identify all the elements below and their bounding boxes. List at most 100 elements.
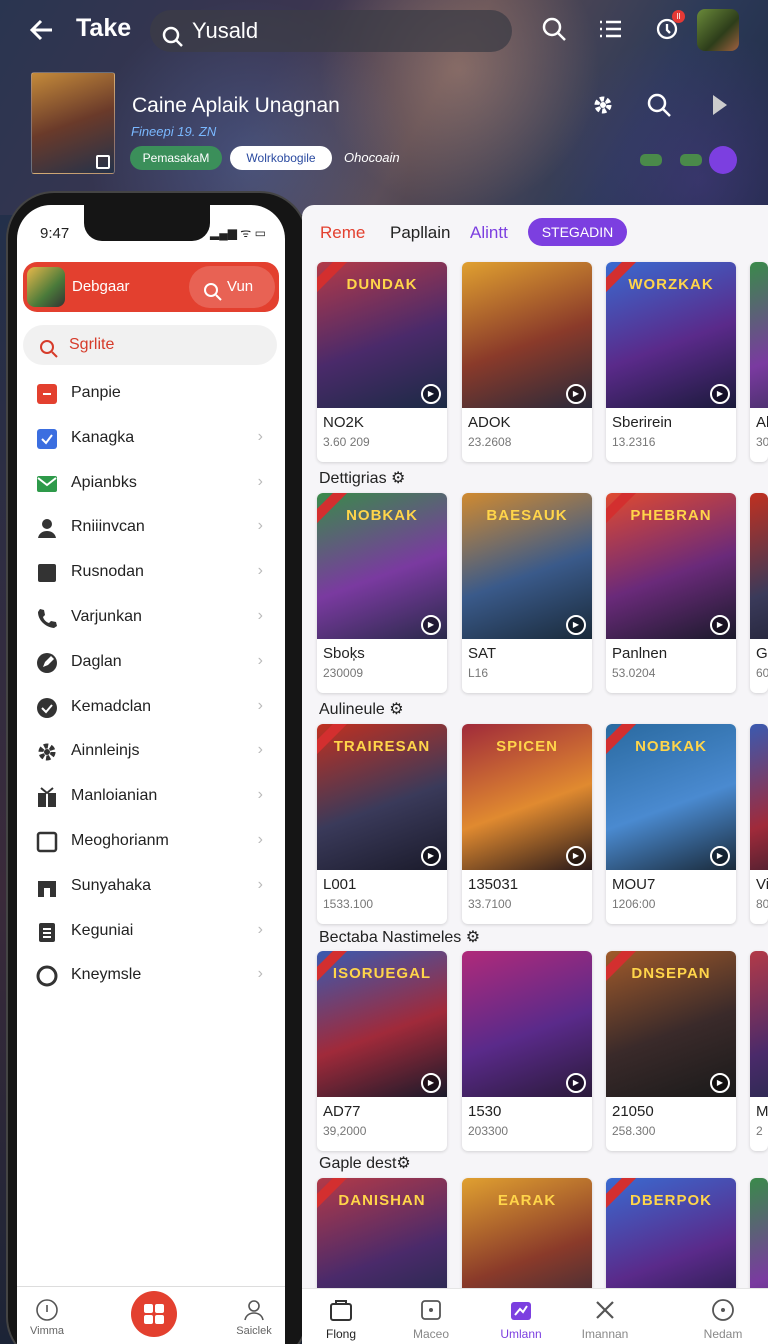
game-card[interactable]: SPICEN ▶ 135031 33.7100 (462, 724, 592, 924)
game-card-subtitle: L16 (468, 666, 489, 680)
target-icon[interactable] (683, 1298, 763, 1328)
game-thumbnail[interactable] (750, 262, 768, 408)
game-thumbnail[interactable] (750, 724, 768, 870)
menu-item[interactable]: Kneymsle › (23, 955, 273, 995)
clipboard-icon (35, 920, 59, 944)
game-card[interactable]: WORZKAK ▶ Sberirein 13.2316 (606, 262, 736, 462)
person-icon (35, 516, 59, 540)
profile-dot-icon[interactable] (709, 146, 737, 174)
gear-icon[interactable] (590, 92, 616, 123)
menu-item[interactable]: Kanagka › (23, 418, 273, 458)
tab-reme[interactable]: Reme (320, 223, 365, 243)
play-icon[interactable]: ▶ (710, 384, 730, 404)
game-card[interactable]: NOBKAK ▶ Sboķs 230009 (317, 493, 447, 693)
menu-item[interactable]: Panpie (23, 373, 273, 413)
menu-item[interactable]: Apianbks › (23, 463, 273, 503)
play-icon[interactable]: ▶ (566, 846, 586, 866)
user-avatar[interactable] (697, 9, 739, 51)
list-icon[interactable] (597, 16, 625, 44)
play-icon[interactable]: ▶ (710, 615, 730, 635)
status-icons: ▂▄▆ ᯤ ▭ (210, 226, 266, 240)
play-icon[interactable]: ▶ (421, 1073, 441, 1093)
phone-nav-left[interactable]: Vimma (17, 1298, 77, 1337)
search-input[interactable]: Yusald (150, 10, 512, 52)
gallery-icon[interactable] (481, 1298, 561, 1328)
menu-item-label: Panpie (71, 384, 121, 401)
menu-item[interactable]: Meoghorianm › (23, 821, 273, 861)
game-card-subtitle: 3.60 209 (323, 435, 370, 449)
section-heading: Dettigrias ⚙ (319, 470, 406, 487)
game-card[interactable]: ▶ 1530 203300 (462, 951, 592, 1151)
square-dot-icon[interactable] (391, 1298, 471, 1328)
game-card-subtitle: 1206:00 (612, 897, 656, 911)
game-logo-text: BAESAUK (486, 507, 568, 524)
menu-item[interactable]: Rusnodan › (23, 552, 273, 592)
person-icon (244, 1300, 264, 1321)
back-arrow-icon[interactable] (28, 16, 58, 46)
tag-chip[interactable]: PemasakaM (130, 146, 222, 170)
tab-alintt[interactable]: Alintt (470, 223, 508, 243)
chevron-right-icon: › (257, 696, 263, 714)
play-icon[interactable] (710, 92, 730, 123)
search-icon[interactable] (646, 92, 672, 123)
game-card[interactable]: Vi 80 (750, 724, 768, 924)
game-cover[interactable] (31, 72, 115, 174)
menu-item[interactable]: Sunyahaka › (23, 866, 273, 906)
menu-item[interactable]: Rniiinvcan › (23, 507, 273, 547)
bottom-nav-label[interactable]: Maceo (391, 1327, 471, 1341)
game-card[interactable]: PHEBRAN ▶ Panlnen 53.0204 (606, 493, 736, 693)
red-square-icon (35, 382, 59, 406)
play-icon[interactable]: ▶ (566, 1073, 586, 1093)
gear-icon (35, 740, 59, 764)
game-card[interactable]: Al 30 (750, 262, 768, 462)
play-icon[interactable]: ▶ (710, 1073, 730, 1093)
menu-item[interactable]: Keguniai › (23, 911, 273, 951)
header-search-button[interactable]: Vun (189, 266, 275, 308)
phone-search-input[interactable]: Sgrlite (23, 325, 277, 365)
bottom-nav-label[interactable]: Imannan (565, 1327, 645, 1341)
play-icon[interactable]: ▶ (421, 384, 441, 404)
game-card[interactable]: DUNDAK ▶ NO2K 3.60 209 (317, 262, 447, 462)
tab-papllain[interactable]: Papllain (390, 223, 451, 243)
game-card[interactable]: NOBKAK ▶ MOU7 1206:00 (606, 724, 736, 924)
tab-stegadin[interactable]: STEGADIN (528, 218, 627, 246)
bottom-nav-label[interactable]: Nedam (683, 1327, 763, 1341)
game-logo-text: EARAK (497, 1192, 557, 1209)
briefcase-icon[interactable] (301, 1298, 381, 1328)
phone-nav-right[interactable]: Saiclek (224, 1298, 284, 1337)
menu-item[interactable]: Kemadclan › (23, 687, 273, 727)
play-icon[interactable]: ▶ (421, 846, 441, 866)
play-icon[interactable]: ▶ (710, 846, 730, 866)
bottom-nav-label[interactable]: Umlann (481, 1327, 561, 1341)
menu-item[interactable]: Ainnleinjs › (23, 731, 273, 771)
play-icon[interactable]: ▶ (566, 615, 586, 635)
game-card[interactable]: ISORUEGAL ▶ AD77 39,2000 (317, 951, 447, 1151)
play-icon[interactable]: ▶ (421, 615, 441, 635)
phone-icon (35, 606, 59, 630)
menu-item[interactable]: Daglan › (23, 642, 273, 682)
game-card[interactable]: Gl 60 (750, 493, 768, 693)
header-button-label: Vun (227, 278, 254, 295)
game-thumbnail[interactable] (750, 493, 768, 639)
play-icon[interactable]: ▶ (566, 384, 586, 404)
game-card[interactable]: BAESAUK ▶ SAT L16 (462, 493, 592, 693)
square-icon (35, 561, 59, 585)
game-card[interactable]: ▶ ADOK 23.2608 (462, 262, 592, 462)
menu-item[interactable]: Manloianian › (23, 776, 273, 816)
close-icon[interactable] (565, 1298, 645, 1328)
game-card[interactable]: DNSEPAN ▶ 21050 258.300 (606, 951, 736, 1151)
bottom-nav-label[interactable]: Flong (301, 1327, 381, 1341)
game-card-title: Vi (756, 876, 768, 893)
game-card[interactable]: M2 (750, 951, 768, 1151)
menu-item[interactable]: Varjunkan › (23, 597, 273, 637)
phone-center-button[interactable] (131, 1291, 177, 1337)
game-card[interactable]: TRAIRESAN ▶ L001 1533.100 (317, 724, 447, 924)
game-thumbnail[interactable] (750, 951, 768, 1097)
game-card-title: Gl (756, 645, 768, 662)
game-subtitle: Fineepi 19. ZN (131, 124, 217, 139)
menu-item-label: Ainnleinjs (71, 742, 140, 760)
search-icon[interactable] (541, 16, 569, 44)
tag-chip[interactable]: Wolrkobogile (230, 146, 332, 170)
avatar[interactable] (27, 267, 65, 307)
game-card-title: MOU7 (612, 876, 656, 893)
